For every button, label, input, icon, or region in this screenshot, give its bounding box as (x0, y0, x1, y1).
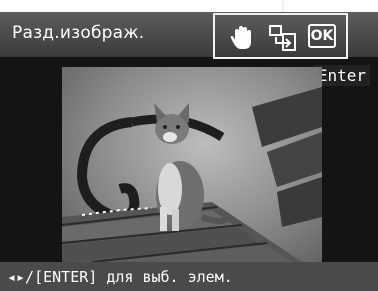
edit-move-icon[interactable] (269, 25, 297, 55)
header-bar: Разд.изображ. OK (0, 12, 378, 59)
footer-bar: ◂▸/[ENTER] для выб. элем. (0, 262, 378, 291)
photo-preview (62, 67, 322, 262)
screen-title: Разд.изображ. (12, 23, 145, 43)
camera-screen: Разд.изображ. OK Enter ◂▸/[ENTER] для вы… (0, 12, 378, 291)
enter-label: Enter (313, 65, 370, 86)
hand-icon[interactable] (229, 25, 255, 55)
ok-icon[interactable]: OK (308, 24, 336, 48)
navigation-hint: ◂▸/[ENTER] для выб. элем. (7, 268, 233, 286)
cat-bench-image (62, 87, 322, 262)
icon-tray: OK (213, 13, 348, 59)
